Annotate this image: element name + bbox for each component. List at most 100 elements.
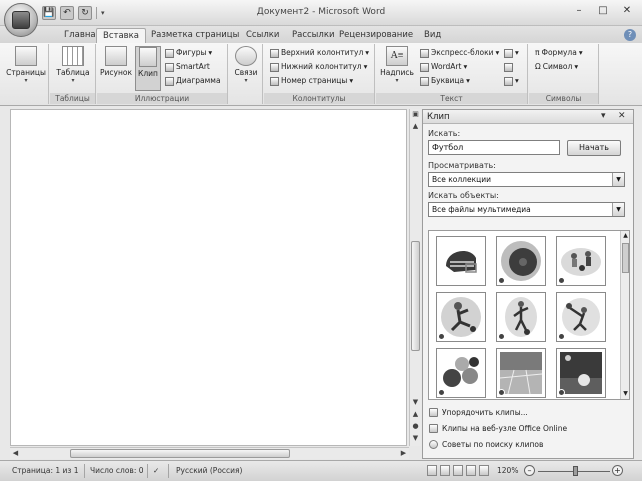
pi-icon: π bbox=[535, 48, 540, 57]
date-time-button[interactable] bbox=[504, 61, 513, 73]
wordart-button[interactable]: WordArt ▾ bbox=[420, 61, 467, 73]
picture-button[interactable]: Рисунок bbox=[100, 46, 132, 77]
scroll-down-icon[interactable]: ▼ bbox=[410, 397, 421, 408]
search-tips-link[interactable]: Советы по поиску клипов bbox=[429, 440, 543, 449]
next-page-icon[interactable]: ▼ bbox=[410, 433, 421, 444]
dropcap-button[interactable]: Буквица ▾ bbox=[420, 75, 470, 87]
results-scroll-up-icon[interactable]: ▲ bbox=[621, 231, 629, 241]
zoom-out-icon[interactable]: – bbox=[524, 465, 535, 476]
smartart-button[interactable]: SmartArt bbox=[165, 61, 210, 73]
header-button[interactable]: Верхний колонтитул ▾ bbox=[270, 47, 369, 59]
signature-line-button[interactable]: ▾ bbox=[504, 47, 519, 59]
tab-references[interactable]: Ссылки bbox=[240, 28, 285, 43]
office-online-link[interactable]: Клипы на веб-узле Office Online bbox=[429, 424, 567, 433]
scroll-up-icon[interactable]: ▲ bbox=[410, 121, 421, 132]
maximize-button[interactable]: □ bbox=[592, 3, 614, 19]
table-button[interactable]: Таблица ▾ bbox=[54, 46, 92, 84]
chart-button[interactable]: Диаграмма bbox=[165, 75, 221, 87]
organize-clips-link[interactable]: Упорядочить клипы... bbox=[429, 408, 528, 417]
textbox-button[interactable]: A≡ Надпись ▾ bbox=[380, 46, 414, 84]
spellcheck-icon[interactable]: ✓ bbox=[153, 466, 159, 475]
browse-object-icon[interactable]: ● bbox=[410, 421, 421, 432]
results-scrollbar[interactable]: ▲ ▼ bbox=[620, 231, 629, 399]
zoom-in-icon[interactable]: + bbox=[612, 465, 623, 476]
clip-button[interactable]: Клип bbox=[135, 46, 161, 91]
quick-parts-button[interactable]: Экспресс-блоки ▾ bbox=[420, 47, 499, 59]
header-label: Верхний колонтитул bbox=[281, 48, 364, 57]
zoom-level[interactable]: 120% bbox=[497, 466, 518, 475]
pane-menu-icon[interactable]: ▾ bbox=[601, 111, 606, 121]
links-button[interactable]: Связи ▾ bbox=[232, 46, 260, 84]
tab-page-layout[interactable]: Разметка страницы bbox=[145, 28, 245, 43]
object-button[interactable]: ▾ bbox=[504, 75, 519, 87]
minimize-button[interactable]: – bbox=[568, 3, 590, 19]
clip-ball-night-photo[interactable] bbox=[556, 348, 606, 398]
pane-close-icon[interactable]: ✕ bbox=[618, 111, 626, 121]
scroll-right-icon[interactable]: ▶ bbox=[398, 448, 409, 459]
clip-kicking-player[interactable] bbox=[436, 292, 486, 342]
group-text: A≡ Надпись ▾ Экспресс-блоки ▾ WordArt ▾ Бу… bbox=[376, 44, 528, 104]
shapes-button[interactable]: Фигуры ▾ bbox=[165, 47, 212, 59]
close-button[interactable]: ✕ bbox=[616, 3, 638, 19]
web-layout-view-icon[interactable] bbox=[453, 465, 463, 476]
goalkeeper-icon bbox=[562, 298, 600, 336]
equation-button[interactable]: π Формула ▾ bbox=[535, 47, 583, 59]
clip-goalkeeper[interactable] bbox=[556, 292, 606, 342]
word-count-status[interactable]: Число слов: 0 bbox=[90, 466, 144, 475]
page-count-status[interactable]: Страница: 1 из 1 bbox=[12, 466, 79, 475]
clip-players-field[interactable] bbox=[556, 236, 606, 286]
page-number-caret-icon: ▾ bbox=[349, 76, 354, 85]
zoom-slider-handle[interactable] bbox=[572, 466, 578, 476]
clip-player-ball[interactable] bbox=[496, 292, 546, 342]
clip-stadium-photo[interactable] bbox=[496, 348, 546, 398]
results-scroll-down-icon[interactable]: ▼ bbox=[621, 389, 629, 399]
clip-sports-balls[interactable] bbox=[436, 348, 486, 398]
document-page[interactable] bbox=[10, 109, 407, 446]
tab-view[interactable]: Вид bbox=[418, 28, 447, 43]
collections-dropdown-icon[interactable]: ▼ bbox=[612, 173, 624, 186]
clip-soccer-ball[interactable] bbox=[496, 236, 546, 286]
search-input[interactable]: Футбол bbox=[428, 140, 560, 155]
smartart-label: SmartArt bbox=[176, 62, 210, 71]
pages-button[interactable]: Страницы ▾ bbox=[6, 46, 46, 84]
ruler-toggle-icon[interactable]: ▣ bbox=[410, 109, 421, 120]
group-label-illustrations: Иллюстрации bbox=[97, 93, 227, 104]
media-type-select[interactable]: Все файлы мультимедиа ▼ bbox=[428, 202, 625, 217]
footer-button[interactable]: Нижний колонтитул ▾ bbox=[270, 61, 367, 73]
pages-label: Страницы bbox=[6, 68, 46, 77]
horizontal-scroll-thumb[interactable] bbox=[70, 449, 290, 458]
tab-insert[interactable]: Вставка bbox=[96, 28, 147, 43]
page-number-button[interactable]: Номер страницы ▾ bbox=[270, 75, 353, 87]
animated-badge-icon bbox=[498, 333, 505, 340]
symbol-caret-icon: ▾ bbox=[574, 62, 579, 71]
group-label-tables: Таблицы bbox=[50, 93, 95, 104]
group-label-text: Текст bbox=[376, 93, 527, 104]
clip-football-helmet[interactable] bbox=[436, 236, 486, 286]
horizontal-scrollbar[interactable]: ◀ ▶ bbox=[10, 447, 409, 459]
tab-review[interactable]: Рецензирование bbox=[333, 28, 419, 43]
dropcap-caret-icon: ▾ bbox=[466, 76, 470, 85]
collections-select[interactable]: Все коллекции ▼ bbox=[428, 172, 625, 187]
outline-view-icon[interactable] bbox=[466, 465, 476, 476]
scroll-left-icon[interactable]: ◀ bbox=[10, 448, 21, 459]
full-screen-view-icon[interactable] bbox=[440, 465, 450, 476]
ribbon-tabs: Главная Вставка Разметка страницы Ссылки… bbox=[0, 26, 642, 43]
chart-icon bbox=[165, 76, 174, 86]
table-icon bbox=[62, 46, 84, 66]
results-scroll-thumb[interactable] bbox=[622, 243, 629, 273]
language-status[interactable]: Русский (Россия) bbox=[176, 466, 242, 475]
print-layout-view-icon[interactable] bbox=[427, 465, 437, 476]
office-button[interactable] bbox=[4, 3, 38, 37]
go-button[interactable]: Начать bbox=[567, 140, 621, 156]
help-icon[interactable]: ? bbox=[624, 29, 636, 41]
vertical-scrollbar[interactable]: ▣ ▲ ▼ ▲ ● ▼ bbox=[409, 109, 421, 446]
group-tables: Таблица ▾ Таблицы bbox=[50, 44, 96, 104]
previous-page-icon[interactable]: ▲ bbox=[410, 409, 421, 420]
search-tips-label: Советы по поиску клипов bbox=[442, 440, 544, 449]
draft-view-icon[interactable] bbox=[479, 465, 489, 476]
footer-icon bbox=[270, 62, 279, 72]
pane-header: Клип ▾ ✕ bbox=[423, 110, 633, 124]
vertical-scroll-thumb[interactable] bbox=[411, 241, 420, 351]
media-type-dropdown-icon[interactable]: ▼ bbox=[612, 203, 624, 216]
symbol-button[interactable]: Ω Символ ▾ bbox=[535, 61, 578, 73]
